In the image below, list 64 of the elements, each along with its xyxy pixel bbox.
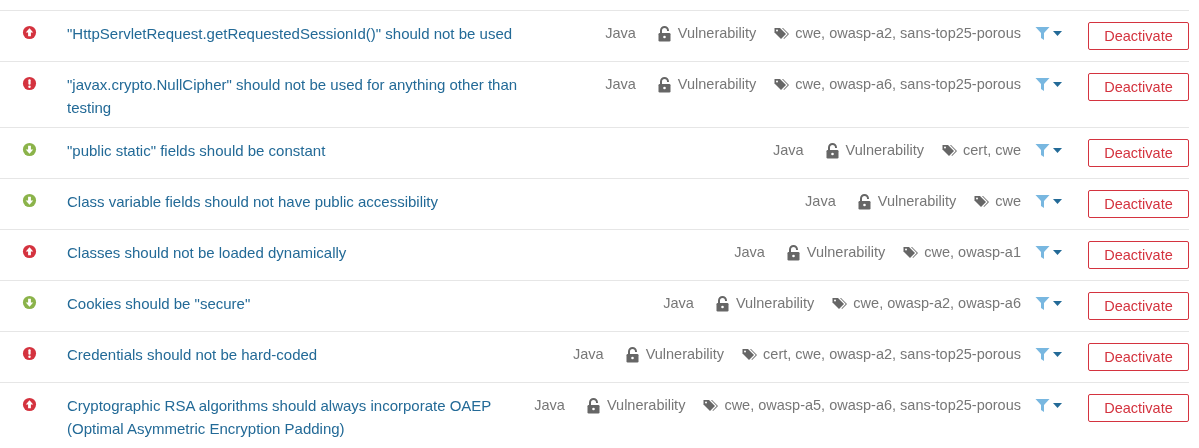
language-label: Java	[534, 396, 565, 415]
tags-icon	[774, 77, 791, 92]
rule-title-link[interactable]: Cryptographic RSA algorithms should always incorporate OAEP (Optimal Asymmetric Encryption Padding)	[67, 394, 535, 440]
unlocked-padlock-icon	[657, 25, 671, 42]
tags-label: cwe, owasp-a1	[924, 243, 1021, 262]
language-label: Java	[772, 141, 804, 160]
caret-icon[interactable]	[1053, 147, 1062, 154]
rule-title-link[interactable]: Class variable fields should not have public accessibility	[67, 190, 439, 213]
rule-type-label: Vulnerability	[677, 24, 757, 43]
tags-label: cwe, owasp-a6, sans-top25-porous	[795, 75, 1021, 94]
tags-label: cert, cwe	[963, 141, 1021, 160]
caret-icon[interactable]	[1053, 249, 1062, 256]
tags-icon	[903, 245, 920, 260]
caret-icon[interactable]	[1053, 402, 1062, 409]
deactivate-button[interactable]: Deactivate	[1088, 394, 1189, 422]
deactivate-button[interactable]: Deactivate	[1088, 22, 1189, 50]
tags-label: cwe	[995, 192, 1021, 211]
tags-icon	[942, 143, 958, 158]
unlocked-padlock-icon	[586, 397, 600, 414]
deactivate-button[interactable]: Deactivate	[1088, 190, 1189, 218]
rule-title-link[interactable]: "javax.crypto.NullCipher" should not be used for anything other than testing	[67, 73, 557, 119]
language-label: Java	[573, 345, 604, 364]
deactivate-button[interactable]: Deactivate	[1088, 343, 1189, 371]
unlocked-padlock-icon	[715, 295, 729, 312]
tags-icon	[974, 194, 991, 209]
deactivate-button[interactable]: Deactivate	[1088, 139, 1189, 167]
rule-type-label: Vulnerability	[845, 141, 924, 160]
language-label: Java	[805, 192, 836, 211]
deactivate-button[interactable]: Deactivate	[1088, 241, 1189, 269]
caret-icon[interactable]	[1053, 300, 1062, 307]
tags-icon	[742, 347, 759, 362]
deactivate-button[interactable]: Deactivate	[1088, 292, 1189, 320]
unlocked-padlock-icon	[625, 346, 639, 363]
rule-type-label: Vulnerability	[606, 396, 686, 415]
unlocked-padlock-icon	[825, 142, 839, 159]
caret-icon[interactable]	[1053, 81, 1062, 88]
language-label: Java	[605, 75, 636, 94]
caret-icon[interactable]	[1053, 198, 1062, 205]
caret-icon[interactable]	[1053, 351, 1062, 358]
rule-type-label: Vulnerability	[735, 294, 815, 313]
rule-type-label: Vulnerability	[806, 243, 886, 262]
rule-title-link[interactable]: Cookies should be "secure"	[67, 292, 251, 315]
tags-label: cwe, owasp-a5, owasp-a6, sans-top25-porous	[724, 396, 1021, 415]
caret-icon[interactable]	[1053, 30, 1062, 37]
tags-label: cert, cwe, owasp-a2, sans-top25-porous	[763, 345, 1021, 364]
rule-title-link[interactable]: Credentials should not be hard-coded	[67, 343, 318, 366]
language-label: Java	[605, 24, 636, 43]
tags-icon	[703, 398, 720, 413]
rule-type-label: Vulnerability	[877, 192, 957, 211]
unlocked-padlock-icon	[857, 193, 871, 210]
language-label: Java	[663, 294, 694, 313]
rule-title-link[interactable]: "public static" fields should be constant	[67, 139, 326, 162]
tags-icon	[832, 296, 849, 311]
tags-icon	[774, 26, 791, 41]
rule-type-label: Vulnerability	[677, 75, 757, 94]
rule-title-link[interactable]: "HttpServletRequest.getRequestedSessionId()" should not be used	[67, 22, 513, 45]
unlocked-padlock-icon	[657, 76, 671, 93]
deactivate-button[interactable]: Deactivate	[1088, 73, 1189, 101]
rule-title-link[interactable]: Classes should not be loaded dynamically	[67, 241, 347, 264]
language-label: Java	[734, 243, 765, 262]
tags-label: cwe, owasp-a2, owasp-a6	[853, 294, 1021, 313]
unlocked-padlock-icon	[786, 244, 800, 261]
rule-type-label: Vulnerability	[645, 345, 725, 364]
tags-label: cwe, owasp-a2, sans-top25-porous	[795, 24, 1021, 43]
